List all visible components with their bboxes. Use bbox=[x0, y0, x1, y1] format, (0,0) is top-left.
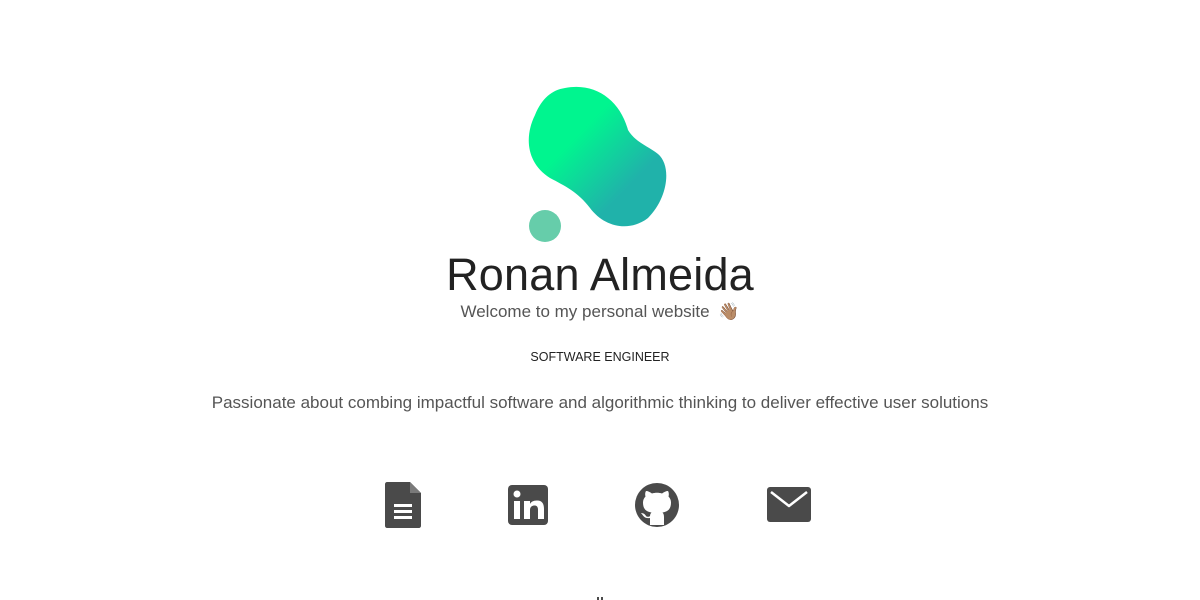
github-link[interactable] bbox=[633, 480, 681, 530]
email-link[interactable] bbox=[765, 480, 813, 530]
linkedin-icon bbox=[508, 485, 548, 525]
envelope-icon bbox=[767, 487, 811, 522]
resume-link[interactable] bbox=[384, 480, 424, 530]
logo-dot bbox=[529, 210, 561, 242]
logo-blob bbox=[528, 86, 667, 227]
welcome-text: Welcome to my personal website bbox=[460, 302, 710, 321]
tagline: Passionate about combing impactful softw… bbox=[211, 393, 989, 412]
logo bbox=[528, 86, 667, 242]
github-icon bbox=[635, 483, 679, 527]
welcome-message: Welcome to my personal website 👋🏽 bbox=[0, 300, 1200, 324]
waving-hand-emoji: 👋🏽 bbox=[718, 302, 740, 321]
linkedin-link[interactable] bbox=[506, 480, 550, 530]
scroll-down-indicator[interactable] bbox=[580, 590, 620, 600]
page-title: Ronan Almeida bbox=[446, 249, 754, 300]
job-title: SOFTWARE ENGINEER bbox=[530, 350, 670, 364]
landing-page: Ronan Almeida Welcome to my personal web… bbox=[0, 0, 1200, 600]
document-icon bbox=[385, 482, 421, 528]
